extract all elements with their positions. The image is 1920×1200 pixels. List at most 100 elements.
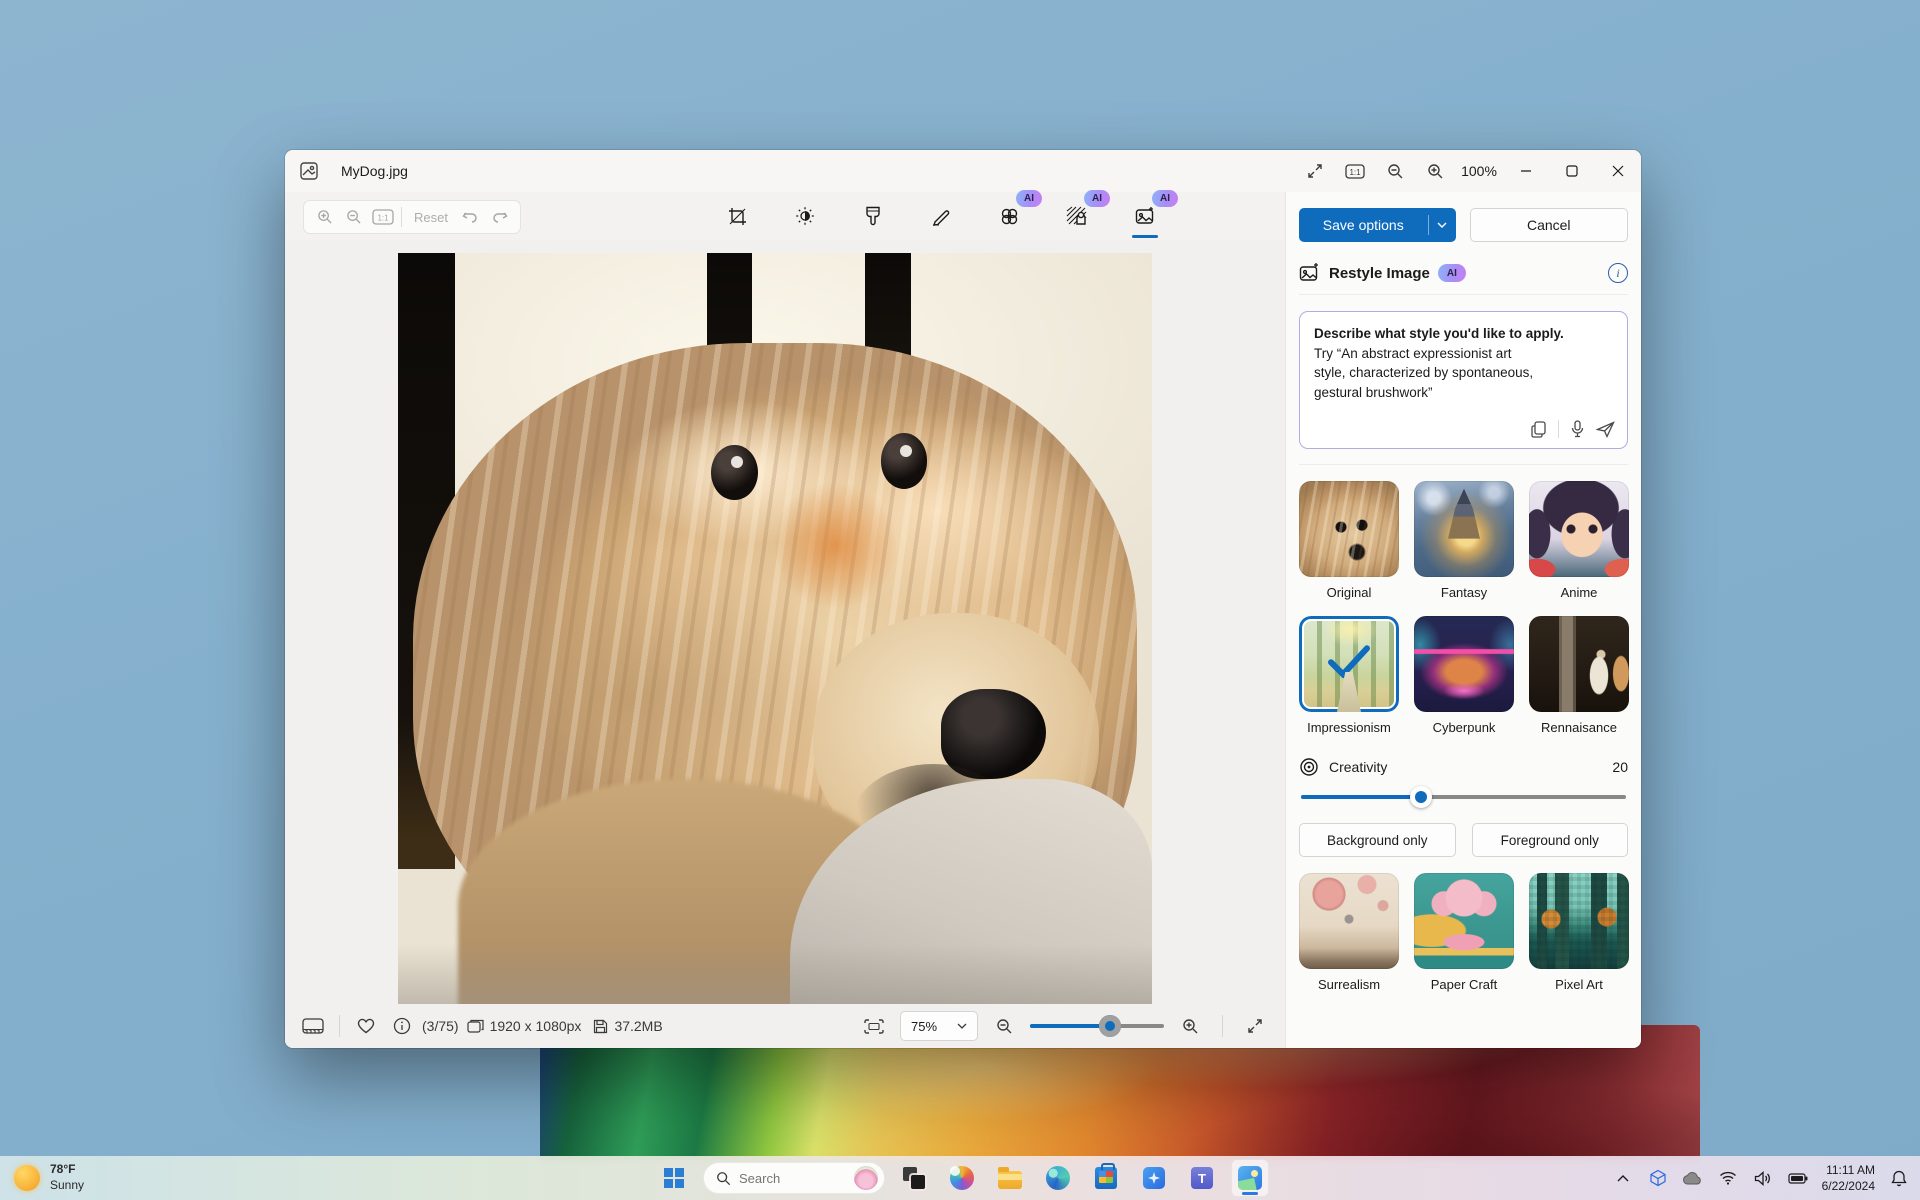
onedrive-tray-button[interactable] — [1682, 1167, 1704, 1189]
maximize-button[interactable] — [1549, 150, 1595, 192]
microsoft-store-button[interactable] — [1087, 1159, 1125, 1197]
microphone-icon[interactable] — [1571, 420, 1584, 438]
teams-button[interactable] — [1183, 1159, 1221, 1197]
style-thumbnail[interactable] — [1529, 873, 1629, 969]
fit-to-screen-button[interactable] — [858, 1010, 890, 1042]
taskbar-search[interactable] — [703, 1162, 885, 1194]
restyle-panel: Save options Cancel Restyle Image AI i D… — [1285, 192, 1641, 1048]
copilot-button[interactable] — [943, 1159, 981, 1197]
filter-tool-button[interactable] — [856, 196, 890, 236]
style-thumbnail[interactable] — [1414, 873, 1514, 969]
hidden-icons-button[interactable] — [1612, 1167, 1634, 1189]
style-option-impressionism[interactable]: Impressionism — [1299, 616, 1399, 735]
crop-tool-button[interactable] — [720, 196, 754, 236]
start-button[interactable] — [655, 1159, 693, 1197]
clock-widget[interactable]: 11:11 AM 6/22/2024 — [1822, 1162, 1875, 1194]
markup-tool-button[interactable] — [924, 196, 958, 236]
creativity-slider[interactable] — [1299, 785, 1628, 809]
style-option-cyberpunk[interactable]: Cyberpunk — [1414, 616, 1514, 735]
canvas-zoom-in-button[interactable] — [310, 202, 339, 232]
restyle-info-button[interactable]: i — [1608, 263, 1628, 283]
style-option-paper-craft[interactable]: Paper Craft — [1414, 873, 1514, 992]
photos-taskbar-button[interactable] — [1231, 1159, 1269, 1197]
minimize-icon — [1521, 170, 1531, 172]
save-options-label: Save options — [1322, 217, 1404, 233]
undo-button[interactable] — [456, 202, 485, 232]
style-option-pixel-art[interactable]: Pixel Art — [1529, 873, 1629, 992]
style-label: Paper Craft — [1430, 977, 1498, 992]
canvas-zoom-slider[interactable] — [1030, 1011, 1164, 1041]
style-option-surrealism[interactable]: Surrealism — [1299, 873, 1399, 992]
cancel-button[interactable]: Cancel — [1469, 208, 1628, 242]
file-info-button[interactable] — [386, 1010, 418, 1042]
chevron-down-icon — [957, 1023, 967, 1029]
battery-tray-button[interactable] — [1787, 1167, 1809, 1189]
style-option-rennaisance[interactable]: Rennaisance — [1529, 616, 1629, 735]
redo-button[interactable] — [485, 202, 514, 232]
style-thumbnail[interactable] — [1299, 481, 1399, 577]
zoom-out-button[interactable] — [1375, 150, 1415, 192]
style-grid-row2: Impressionism Cyberpunk Rennaisance — [1299, 616, 1629, 735]
maximize-icon — [1566, 165, 1578, 177]
search-icon — [717, 1171, 731, 1185]
dimensions-icon — [466, 1019, 484, 1033]
panel-divider — [1299, 464, 1628, 465]
close-button[interactable] — [1595, 150, 1641, 192]
file-explorer-button[interactable] — [991, 1159, 1029, 1197]
creativity-slider-thumb[interactable] — [1409, 786, 1432, 808]
style-thumbnail[interactable] — [1529, 481, 1629, 577]
send-icon[interactable] — [1596, 420, 1615, 438]
foreground-only-button[interactable]: Foreground only — [1471, 823, 1628, 857]
chevron-down-icon — [1437, 222, 1447, 228]
style-thumbnail[interactable] — [1529, 616, 1629, 712]
background-blur-icon — [1066, 206, 1087, 225]
filmstrip-icon — [302, 1018, 324, 1034]
prompt-hint: Try “An abstract expressionist art style… — [1314, 345, 1534, 400]
generative-erase-button[interactable]: AI — [992, 190, 1042, 236]
restyle-tool-button[interactable]: AI — [1128, 190, 1178, 238]
style-thumbnail[interactable] — [1414, 616, 1514, 712]
style-grid-row3: Surrealism Paper Craft Pixel Art — [1299, 873, 1629, 992]
mixed-reality-tray-button[interactable] — [1647, 1167, 1669, 1189]
favorite-button[interactable] — [350, 1010, 382, 1042]
search-input[interactable] — [739, 1170, 835, 1186]
fit-to-window-button[interactable] — [1295, 150, 1335, 192]
background-tool-button[interactable]: AI — [1060, 190, 1110, 236]
style-prompt-input[interactable]: Describe what style you'd like to apply.… — [1299, 311, 1628, 449]
search-highlight-image[interactable] — [854, 1166, 878, 1190]
style-option-anime[interactable]: Anime — [1529, 481, 1629, 600]
store-icon — [1095, 1163, 1117, 1189]
zoom-level-dropdown[interactable]: 75% — [900, 1011, 978, 1041]
canvas-zoom-out-button[interactable] — [339, 202, 368, 232]
minimize-button[interactable] — [1503, 150, 1549, 192]
style-option-original[interactable]: Original — [1299, 481, 1399, 600]
slider-zoom-out-button[interactable] — [988, 1010, 1020, 1042]
canvas-actual-size-button[interactable]: 1:1 — [368, 202, 397, 232]
filmstrip-toggle-button[interactable] — [297, 1010, 329, 1042]
style-thumbnail[interactable] — [1299, 873, 1399, 969]
zoom-in-button[interactable] — [1415, 150, 1455, 192]
copy-icon[interactable] — [1531, 420, 1546, 438]
style-option-fantasy[interactable]: Fantasy — [1414, 481, 1514, 600]
notifications-button[interactable] — [1888, 1167, 1910, 1189]
zoom-out-icon — [346, 210, 361, 224]
zoom-slider-thumb[interactable] — [1099, 1015, 1122, 1037]
adjust-tool-button[interactable] — [788, 196, 822, 236]
volume-tray-button[interactable] — [1752, 1167, 1774, 1189]
copilot-app-button[interactable] — [1135, 1159, 1173, 1197]
fullscreen-button[interactable] — [1239, 1010, 1271, 1042]
save-options-button[interactable]: Save options — [1299, 208, 1456, 242]
wifi-tray-button[interactable] — [1717, 1167, 1739, 1189]
photo-position-counter: (3/75) — [422, 1018, 459, 1034]
reset-button[interactable]: Reset — [406, 210, 456, 225]
task-view-button[interactable] — [895, 1159, 933, 1197]
background-only-button[interactable]: Background only — [1299, 823, 1456, 857]
actual-size-button[interactable]: 1:1 — [1335, 150, 1375, 192]
style-thumbnail[interactable] — [1414, 481, 1514, 577]
edit-toolbar: 1:1 Reset AI AI AI — [285, 190, 1285, 240]
edge-button[interactable] — [1039, 1159, 1077, 1197]
slider-zoom-in-button[interactable] — [1174, 1010, 1206, 1042]
style-thumbnail-selected[interactable] — [1299, 616, 1399, 712]
weather-widget[interactable]: 78°F Sunny — [14, 1162, 194, 1193]
save-options-dropdown[interactable] — [1427, 215, 1456, 235]
